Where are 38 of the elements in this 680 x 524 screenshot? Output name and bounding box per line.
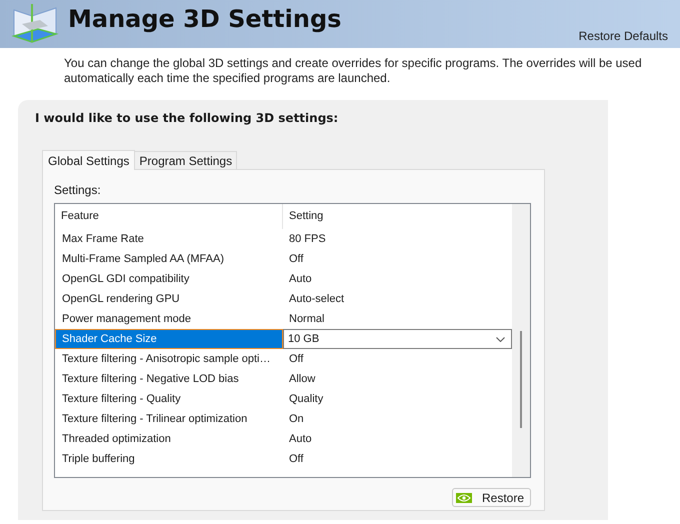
setting-cell-text: On <box>288 412 305 427</box>
scrollbar-thumb[interactable] <box>520 331 522 428</box>
settings-label: Settings: <box>54 182 102 199</box>
setting-cell-text: 80 FPS <box>288 232 327 247</box>
tab[interactable]: Global Settings <box>42 150 136 170</box>
setting-cell-text: Auto-select <box>288 292 346 307</box>
page-title: Manage 3D Settings <box>68 7 342 31</box>
feature-cell[interactable]: Texture filtering - Quality <box>55 389 283 409</box>
setting-cell-text: Normal <box>288 312 326 327</box>
setting-cell-text: Off <box>288 452 304 467</box>
scrollbar[interactable] <box>512 204 530 477</box>
tab[interactable]: Program Settings <box>134 151 238 169</box>
feature-cell[interactable]: Triple buffering <box>55 449 283 469</box>
description-text: You can change the global 3D settings and create overrides for specific programs. The overrides will be used automatically each time the specified programs are launched. <box>63 55 643 86</box>
feature-cell[interactable]: Shader Cache Size <box>55 329 283 349</box>
section-heading: I would like to use the following 3D settings: <box>35 110 340 127</box>
eye-logo-icon <box>456 492 472 502</box>
setting-dropdown[interactable]: 10 GB <box>283 329 512 349</box>
feature-cell[interactable]: Texture filtering - Negative LOD bias <box>55 369 283 389</box>
restore-defaults-link[interactable]: Restore Defaults <box>578 27 668 45</box>
column-header[interactable]: Feature <box>55 204 283 229</box>
setting-cell-text: Auto <box>288 432 313 447</box>
feature-cell[interactable]: Texture filtering - Trilinear optimization <box>55 409 283 429</box>
feature-cell[interactable]: Power management mode <box>55 309 283 329</box>
column-header[interactable]: Setting <box>283 204 512 229</box>
setting-cell-text: Off <box>288 352 304 367</box>
chevron-down-icon <box>496 336 505 342</box>
feature-cell[interactable]: Multi-Frame Sampled AA (MFAA) <box>55 249 283 269</box>
feature-cell[interactable]: Max Frame Rate <box>55 229 283 249</box>
setting-cell-text: Off <box>288 252 304 267</box>
feature-cell[interactable]: OpenGL rendering GPU <box>55 289 283 309</box>
feature-cell[interactable]: Texture filtering - Anisotropic sample opti… <box>55 349 283 369</box>
restore-button[interactable]: Restore <box>452 488 531 507</box>
feature-cell[interactable]: OpenGL GDI compatibility <box>55 269 283 289</box>
feature-cell[interactable]: Threaded optimization <box>55 429 283 449</box>
setting-cell-text: Allow <box>288 372 316 387</box>
setting-cell-text: Quality <box>288 392 324 407</box>
setting-cell-text: Auto <box>288 272 313 287</box>
